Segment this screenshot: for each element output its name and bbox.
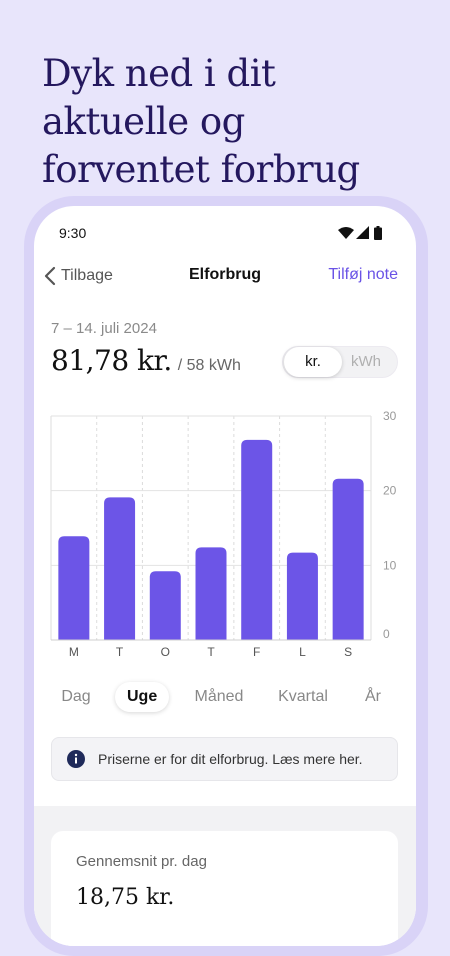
- average-value: 18,75 kr.: [76, 885, 175, 910]
- nav-bar: Tilbage Elforbrug Tilføj note: [34, 256, 416, 296]
- unit-option-kwh[interactable]: kWh: [337, 347, 395, 377]
- x-tick-label: M: [69, 645, 79, 659]
- info-text: Priserne er for dit elforbrug. Læs mere …: [98, 751, 363, 767]
- status-bar: 9:30: [34, 206, 416, 256]
- average-label: Gennemsnit pr. dag: [76, 853, 207, 870]
- tab-dag[interactable]: Dag: [52, 682, 100, 712]
- unit-toggle[interactable]: kr. kWh: [282, 346, 398, 378]
- unit-option-kr[interactable]: kr.: [284, 347, 342, 377]
- x-tick-label: S: [344, 645, 352, 659]
- chart-bar: [332, 478, 364, 640]
- chart-bar: [58, 536, 90, 640]
- add-note-button[interactable]: Tilføj note: [328, 266, 398, 284]
- info-icon: [67, 750, 85, 768]
- y-tick-label: 30: [383, 409, 397, 423]
- y-tick-label: 0: [383, 627, 390, 641]
- tab-kvartal[interactable]: Kvartal: [274, 682, 332, 712]
- headline: Dyk ned i dit aktuelle og forventet forb…: [42, 52, 360, 191]
- consumption-chart: 0 10 20 30 M T O T F L S: [50, 409, 397, 659]
- x-tick-label: T: [207, 645, 215, 659]
- amount-kwh: / 58 kWh: [177, 357, 241, 374]
- period-tabs: Dag Uge Måned Kvartal År: [34, 676, 416, 716]
- chart-bar: [241, 439, 273, 640]
- chart-bar: [149, 571, 181, 640]
- x-tick-label: F: [253, 645, 260, 659]
- amount-value: 81,78 kr.: [51, 344, 172, 377]
- chart-bar: [286, 552, 318, 640]
- tab-uge[interactable]: Uge: [115, 682, 170, 712]
- y-tick-label: 10: [383, 558, 397, 572]
- amount-summary: 81,78 kr. / 58 kWh: [51, 344, 241, 377]
- status-time: 9:30: [59, 225, 87, 241]
- tab-aar[interactable]: År: [356, 682, 390, 712]
- y-tick-label: 20: [383, 484, 397, 498]
- x-tick-label: O: [161, 645, 170, 659]
- chart-bar: [104, 497, 136, 640]
- x-tick-label: T: [116, 645, 124, 659]
- signal-icon: [356, 226, 369, 239]
- tab-maaned[interactable]: Måned: [189, 682, 249, 712]
- x-tick-label: L: [299, 645, 306, 659]
- date-range: 7 – 14. juli 2024: [51, 320, 157, 337]
- average-card: Gennemsnit pr. dag 18,75 kr.: [51, 831, 398, 946]
- chart-bar: [195, 547, 227, 640]
- status-icons: [338, 226, 388, 240]
- battery-icon: [374, 226, 382, 240]
- info-banner[interactable]: Priserne er for dit elforbrug. Læs mere …: [51, 737, 398, 781]
- phone-screen: 9:30 Tilbage Elforbrug Tilføj note 7 – 1…: [34, 206, 416, 946]
- wifi-icon: [338, 227, 354, 239]
